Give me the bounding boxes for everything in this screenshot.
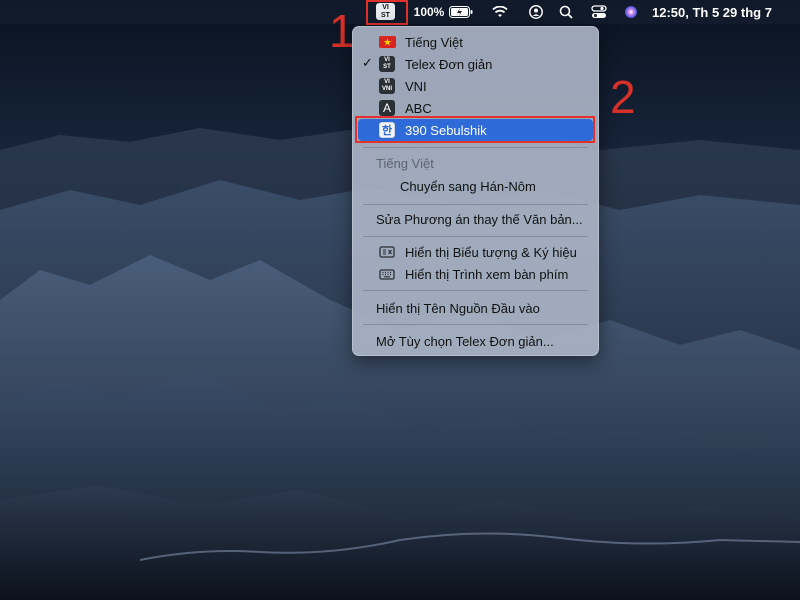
menu-item-telex-don-gian[interactable]: ✓ VI ST Telex Đơn giản	[353, 53, 598, 75]
step-1-highlight-box	[366, 0, 408, 25]
siri-icon[interactable]	[619, 0, 643, 24]
control-center-icon[interactable]	[587, 0, 611, 24]
step-2-number: 2	[610, 71, 636, 123]
wifi-icon[interactable]	[488, 0, 512, 24]
menu-item-show-keyboard-viewer[interactable]: Hiển thị Trình xem bàn phím	[353, 263, 598, 285]
vi-vni-icon: VI VNI	[379, 78, 395, 94]
input-source-menu: Tiếng Việt ✓ VI ST Telex Đơn giản VI VNI V…	[352, 26, 599, 356]
menu-item-convert-han-nom[interactable]: Chuyển sang Hán-Nôm	[353, 175, 598, 197]
checkmark-icon: ✓	[362, 55, 373, 70]
menu-separator	[363, 236, 588, 237]
abc-letter-icon: A	[379, 100, 395, 116]
battery-charging-icon[interactable]	[447, 0, 475, 24]
menu-separator	[363, 324, 588, 325]
menu-separator	[363, 204, 588, 205]
menu-item-show-input-source-name[interactable]: Hiển thị Tên Nguồn Đầu vào	[353, 297, 598, 319]
step-1-number: 1	[329, 5, 355, 57]
menu-item-edit-text-replacement[interactable]: Sửa Phương án thay thế Văn bản...	[353, 208, 598, 230]
menu-separator	[363, 147, 588, 148]
spotlight-search-icon[interactable]	[554, 0, 578, 24]
menu-item-show-emoji-symbols[interactable]: Hiển thị Biểu tượng & Ký hiệu	[353, 241, 598, 263]
user-account-icon[interactable]	[524, 0, 548, 24]
vi-st-icon: VI ST	[379, 56, 395, 72]
menu-section-header: Tiếng Việt	[376, 155, 434, 171]
menu-bar-clock[interactable]: 12:50, Th 5 29 thg 7	[652, 0, 782, 24]
keyboard-icon	[379, 266, 395, 282]
menu-item-open-telex-preferences[interactable]: Mở Tùy chọn Telex Đơn giản...	[353, 330, 598, 352]
menu-separator	[363, 290, 588, 291]
emoji-symbols-icon	[379, 244, 395, 260]
menu-item-tieng-viet[interactable]: Tiếng Việt	[353, 31, 598, 53]
battery-percentage: 100%	[413, 5, 445, 19]
step-2-highlight-box	[355, 116, 595, 143]
vietnam-flag-icon	[379, 36, 396, 48]
menu-item-vni[interactable]: VI VNI VNI	[353, 75, 598, 97]
